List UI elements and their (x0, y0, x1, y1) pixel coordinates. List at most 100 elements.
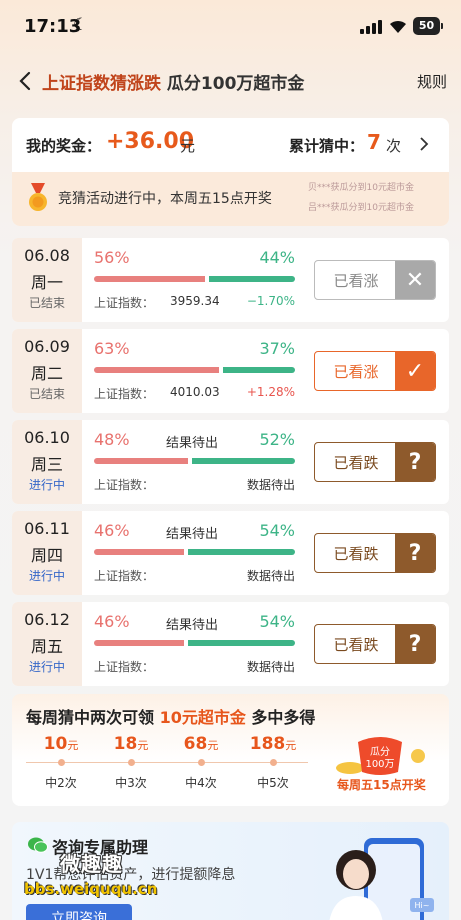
tier-count: 中4次 (185, 776, 217, 790)
page-title: 上证指数猜涨跌 瓜分100万超市金 (42, 69, 304, 94)
vote-button[interactable]: 已看涨 ✕ (314, 260, 436, 300)
day-date-panel: 06.08 周一 已结束 (12, 238, 82, 322)
down-percent: 54% (259, 521, 295, 540)
prize-card: 我的奖金： +36.00 元 累计猜中： 7 次 竞猜活动进行中，本周五15点开… (12, 118, 449, 226)
day-card: 06.08 周一 已结束 56% 44% 上证指数： 3959.34 −1.70… (12, 238, 449, 322)
index-label: 上证指数： (94, 387, 155, 401)
notice-bar: 竞猜活动进行中，本周五15点开奖 贝***获瓜分到10元超市金 吕***获瓜分到… (12, 172, 449, 226)
marquee-line: 吕***获瓜分到10元超市金 (308, 203, 414, 213)
vote-ratio-bar (94, 549, 295, 555)
day-weekday: 周二 (30, 364, 63, 383)
index-change: −1.70% (246, 294, 295, 308)
up-percent: 48% (94, 430, 130, 449)
tier-dot (270, 759, 277, 766)
data-pending: 数据待出 (246, 660, 295, 674)
vote-button[interactable]: 已看跌 ? (314, 533, 436, 573)
day-card: 06.12 周五 进行中 46% 结果待出 54% 上证指数： 数据待出 已看跌… (12, 602, 449, 686)
watermark-title: 微趣趣 (60, 852, 123, 876)
status-bar: 17:13 ☾ 50 (0, 0, 461, 56)
down-bar (188, 640, 295, 646)
notice-text: 竞猜活动进行中，本周五15点开奖 (58, 191, 272, 207)
chevron-right-icon[interactable] (416, 136, 432, 152)
tier-amount-unit: 元 (67, 739, 79, 752)
total-hits-value[interactable]: 7 (367, 130, 381, 154)
tier-amount: 18元 (96, 734, 166, 754)
vote-label: 已看跌 (333, 545, 379, 563)
moon-icon: ☾ (73, 15, 89, 35)
up-percent: 63% (94, 339, 130, 358)
day-date: 06.11 (24, 519, 70, 538)
vote-label: 已看跌 (333, 636, 379, 654)
watermark-url: bbs.weiququ.cn (24, 880, 158, 898)
tier-count: 中2次 (45, 776, 77, 790)
day-status: 已结束 (28, 296, 65, 310)
reward-title-suffix: 多中多得 (245, 708, 316, 727)
check-icon: ✓ (395, 352, 435, 390)
up-percent: 46% (94, 612, 130, 631)
index-label: 上证指数： (94, 569, 155, 583)
day-weekday: 周一 (30, 273, 63, 292)
tier-amount-value: 18 (113, 734, 138, 754)
tier-count: 中3次 (115, 776, 147, 790)
prize-unit: 元 (180, 137, 196, 155)
day-status: 已结束 (28, 387, 65, 401)
up-percent: 46% (94, 521, 130, 540)
vote-ratio-bar (94, 367, 295, 373)
down-percent: 54% (259, 612, 295, 631)
day-date: 06.10 (24, 428, 70, 447)
day-weekday: 周四 (30, 546, 63, 565)
day-status: 进行中 (28, 478, 65, 492)
day-card: 06.10 周三 进行中 48% 结果待出 52% 上证指数： 数据待出 已看跌… (12, 420, 449, 504)
total-hits-label[interactable]: 累计猜中： (289, 135, 364, 156)
result-pending: 结果待出 (166, 527, 219, 542)
rules-link[interactable]: 规则 (417, 71, 447, 92)
vote-button[interactable]: 已看跌 ? (314, 442, 436, 482)
day-date: 06.08 (24, 246, 70, 265)
day-date-panel: 06.10 周三 进行中 (12, 420, 82, 504)
day-weekday: 周五 (30, 637, 63, 656)
back-arrow-icon[interactable] (14, 69, 38, 93)
down-bar (209, 276, 295, 282)
tier-dot (198, 759, 205, 766)
result-pending: 结果待出 (166, 436, 219, 451)
tier-amount: 68元 (166, 734, 236, 754)
day-date-panel: 06.09 周二 已结束 (12, 329, 82, 413)
reward-title: 每周猜中两次可领 10元超市金 多中多得 (26, 704, 315, 728)
question-icon: ? (395, 443, 435, 481)
tier-amount-unit: 元 (137, 739, 149, 752)
index-label: 上证指数： (94, 660, 155, 674)
result-pending: 结果待出 (166, 618, 219, 633)
up-bar (94, 640, 184, 646)
tier-line (26, 762, 308, 763)
day-date-panel: 06.12 周五 进行中 (12, 602, 82, 686)
vote-button[interactable]: 已看涨 ✓ (314, 351, 436, 391)
index-value: 4010.03 (170, 385, 220, 399)
reward-title-highlight: 10元超市金 (159, 708, 246, 727)
tier-amount: 10元 (26, 734, 96, 754)
total-hits-unit[interactable]: 次 (386, 135, 401, 156)
day-card: 06.09 周二 已结束 63% 37% 上证指数： 4010.03 +1.28… (12, 329, 449, 413)
question-icon: ? (395, 534, 435, 572)
day-status: 进行中 (28, 569, 65, 583)
index-label: 上证指数： (94, 296, 155, 310)
up-bar (94, 367, 219, 373)
day-date: 06.12 (24, 610, 70, 629)
day-weekday: 周三 (30, 455, 63, 474)
marquee-line: 贝***获瓜分到10元超市金 (308, 183, 414, 193)
prize-label: 我的奖金： (26, 137, 102, 155)
tier-dot (58, 759, 65, 766)
up-bar (94, 276, 205, 282)
index-label: 上证指数： (94, 478, 155, 492)
gift-badge-icon: 瓜分 100万 (336, 737, 425, 775)
signal-icon (360, 20, 382, 34)
badge-line1: 瓜分 (370, 746, 390, 758)
watermark: 微趣趣 bbs.weiququ.cn (24, 848, 204, 908)
data-pending: 数据待出 (246, 478, 295, 492)
vote-ratio-bar (94, 276, 295, 282)
down-percent: 37% (259, 339, 295, 358)
reward-card: 每周猜中两次可领 10元超市金 多中多得 10元 中2次 18元 中3次 68元 中4次 1… (12, 694, 449, 806)
vote-button[interactable]: 已看跌 ? (314, 624, 436, 664)
page-title-main: 上证指数猜涨跌 (42, 74, 161, 94)
photo-bubble: Hi~ (415, 901, 430, 910)
reward-draw-note: 每周五15点开奖 (337, 778, 426, 792)
